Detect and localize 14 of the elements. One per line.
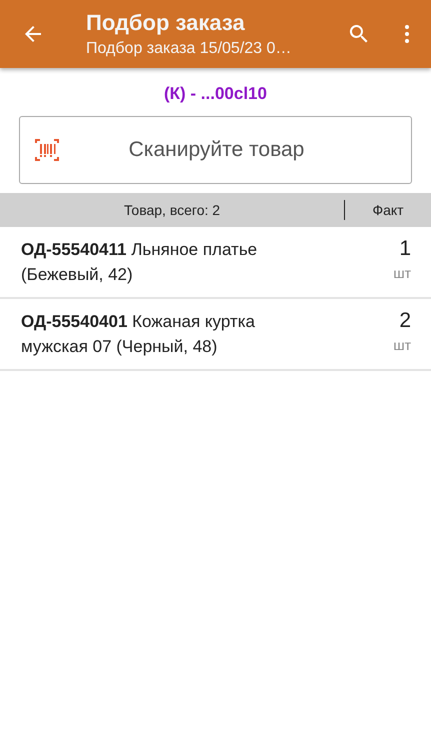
more-icon	[405, 25, 409, 43]
barcode-icon	[32, 138, 62, 162]
item-quantity: 1	[399, 237, 411, 261]
item-unit: шт	[393, 265, 411, 281]
item-quantity: 2	[399, 309, 411, 333]
screen-subtitle: Подбор заказа 15/05/23 0…	[86, 40, 292, 58]
item-name: ОД-55540401 Кожаная куртка мужская 07 (Черный, 48)	[21, 311, 256, 358]
column-header: Товар, всего: 2	[122, 202, 222, 218]
scan-field[interactable]: Сканируйте товар	[19, 116, 412, 184]
column-header: Факт	[371, 202, 405, 218]
screen-title: Подбор заказа	[86, 10, 246, 36]
item-unit: шт	[393, 337, 411, 353]
cell-label: (К) - ...00cl10	[163, 84, 268, 104]
item-name: ОД-55540411 Льняное платье (Бежевый, 42)	[21, 239, 258, 286]
